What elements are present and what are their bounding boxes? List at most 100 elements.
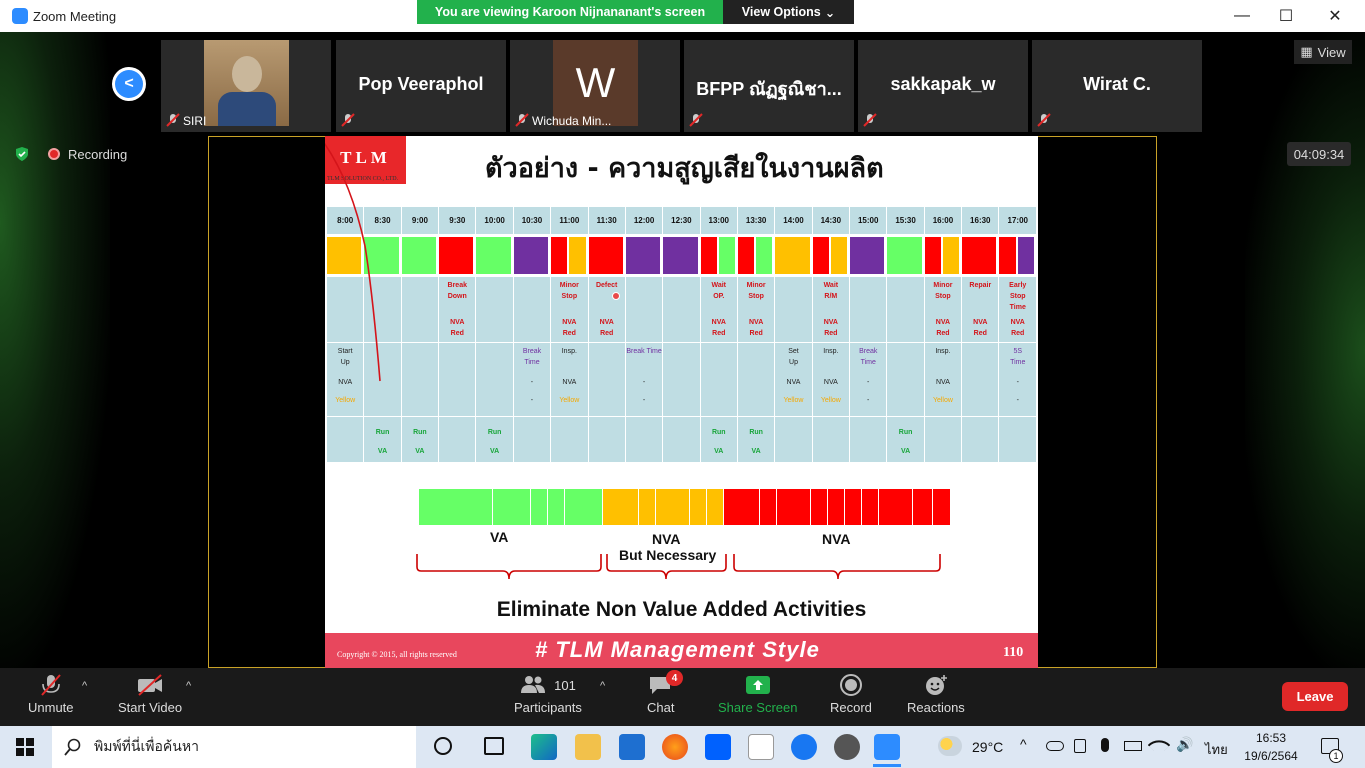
record-button[interactable]: Record — [830, 674, 872, 715]
weather-temp[interactable]: 29°C — [972, 739, 1003, 755]
green-run-text: VA — [490, 448, 500, 455]
taskbar-search[interactable]: พิมพ์ที่นี่เพื่อค้นหา — [52, 726, 416, 768]
braces — [416, 554, 941, 580]
viewing-banner: You are viewing Karoon Nijnananant's scr… — [417, 0, 723, 24]
settings-gear-icon[interactable] — [834, 734, 860, 760]
status-bar-cell — [512, 234, 552, 277]
input-language[interactable]: ไทย — [1205, 739, 1228, 760]
unmute-label: Unmute — [28, 700, 74, 715]
green-run-text: VA — [377, 448, 388, 455]
participant-video — [204, 40, 289, 126]
status-segment-purple — [850, 237, 886, 274]
yellow-loss-cell — [886, 342, 925, 417]
status-bar-cell — [998, 234, 1037, 277]
edge-icon[interactable] — [531, 734, 557, 760]
green-run-cell — [811, 416, 851, 463]
status-bar-cell — [774, 234, 813, 277]
mail-icon[interactable] — [619, 734, 645, 760]
status-bar-cell — [662, 234, 701, 277]
participant-tile[interactable]: BFPP ณัฏฐณิชา... — [684, 40, 854, 132]
mic-muted-icon — [1037, 113, 1051, 127]
red-loss-cell: Wait OP. NVA Red — [699, 276, 738, 343]
yellow-loss-text: - — [1016, 397, 1019, 404]
yellow-loss-text: Insp. — [561, 348, 577, 355]
dropbox-icon[interactable] — [705, 734, 731, 760]
red-loss-text: Stop — [1009, 293, 1026, 300]
tray-chevron-up-icon[interactable]: ^ — [1020, 736, 1027, 752]
share-screen-label: Share Screen — [718, 700, 798, 715]
pointer-dot — [612, 292, 620, 300]
minimize-button[interactable]: — — [1219, 0, 1265, 32]
reactions-button[interactable]: Reactions — [907, 674, 965, 715]
yellow-loss-cell — [662, 342, 701, 417]
green-run-cell — [998, 416, 1037, 463]
onedrive-icon[interactable] — [1046, 741, 1064, 751]
yellow-loss-cell: Insp. NVA Yellow — [923, 342, 963, 417]
view-options-button[interactable]: View Options ⌄ — [723, 0, 854, 24]
summary-segment-red — [913, 489, 933, 525]
red-loss-text: Red — [712, 330, 726, 337]
green-run-cell — [438, 416, 477, 463]
recording-label: Recording — [68, 146, 128, 162]
green-run-cell — [624, 416, 664, 463]
zoom-taskbar-icon[interactable] — [874, 734, 900, 760]
red-loss-text: NVA — [711, 319, 726, 326]
red-loss-text: NVA — [823, 319, 838, 326]
cortana-icon[interactable] — [434, 737, 452, 755]
device-icon[interactable] — [1074, 739, 1086, 753]
gallery-back-button[interactable]: < — [112, 67, 146, 101]
microphone-icon[interactable] — [1101, 738, 1109, 752]
yellow-loss-text: - — [642, 397, 646, 404]
green-run-cell — [325, 416, 365, 463]
participant-name: sakkapak_w — [890, 74, 996, 94]
red-loss-cell — [774, 276, 813, 343]
maximize-button[interactable]: ☐ — [1263, 0, 1309, 32]
close-button[interactable]: ✕ — [1312, 0, 1358, 32]
amazon-icon[interactable] — [748, 734, 774, 760]
yellow-loss-text: - — [530, 379, 534, 386]
status-segment-red — [999, 237, 1018, 274]
chevron-left-icon: < — [115, 70, 143, 98]
yellow-loss-cell: Insp. NVA Yellow — [811, 342, 851, 417]
participants-button[interactable]: 101 Participants — [514, 674, 582, 715]
red-loss-text: NVA — [973, 319, 988, 326]
audio-options-caret-icon[interactable]: ^ — [82, 680, 87, 692]
share-screen-button[interactable]: Share Screen — [718, 674, 798, 715]
taskbar-clock[interactable]: 16:53 19/6/2564 — [1238, 729, 1304, 765]
view-layout-button[interactable]: ▦ View — [1294, 40, 1352, 64]
yellow-loss-text: NVA — [823, 379, 838, 386]
unmute-button[interactable]: Unmute — [28, 674, 74, 715]
participant-tile[interactable]: sakkapak_w — [858, 40, 1028, 132]
task-view-icon[interactable] — [484, 737, 504, 755]
file-explorer-icon[interactable] — [575, 734, 601, 760]
status-segment-yellow — [569, 237, 588, 274]
yellow-loss-text: Yellow — [783, 397, 804, 404]
battery-icon[interactable] — [1124, 741, 1142, 751]
participant-tile[interactable]: Wirat C. — [1032, 40, 1202, 132]
volume-icon[interactable]: 🔊 — [1176, 736, 1193, 753]
time-cell: 10:30 — [512, 206, 552, 235]
video-options-caret-icon[interactable]: ^ — [186, 680, 191, 692]
yellow-loss-text: Time — [1010, 359, 1026, 366]
yellow-loss-text: Time — [860, 359, 876, 366]
facebook-icon[interactable] — [791, 734, 817, 760]
summary-segment-green — [565, 489, 603, 525]
red-loss-text: Red — [936, 330, 950, 337]
yellow-loss-text — [626, 359, 661, 370]
red-loss-text: Red — [824, 330, 838, 337]
green-run-text: Run — [413, 429, 427, 436]
firefox-icon[interactable] — [662, 734, 688, 760]
participant-tile[interactable]: SIRI — [161, 40, 331, 132]
leave-button[interactable]: Leave — [1282, 682, 1348, 711]
mic-muted-icon — [863, 113, 877, 127]
green-run-cell: Run VA — [400, 416, 440, 463]
windows-start-icon[interactable] — [16, 738, 34, 761]
status-bar-cell — [624, 234, 664, 277]
weather-icon[interactable] — [938, 736, 962, 756]
participant-tile[interactable]: Pop Veeraphol — [336, 40, 506, 132]
recording-indicator[interactable]: Recording — [14, 146, 127, 162]
participant-tile[interactable]: W Wichuda Min... — [510, 40, 680, 132]
participants-caret-icon[interactable]: ^ — [600, 680, 605, 692]
start-video-button[interactable]: Start Video — [118, 674, 182, 715]
time-cell: 14:30 — [811, 206, 851, 235]
